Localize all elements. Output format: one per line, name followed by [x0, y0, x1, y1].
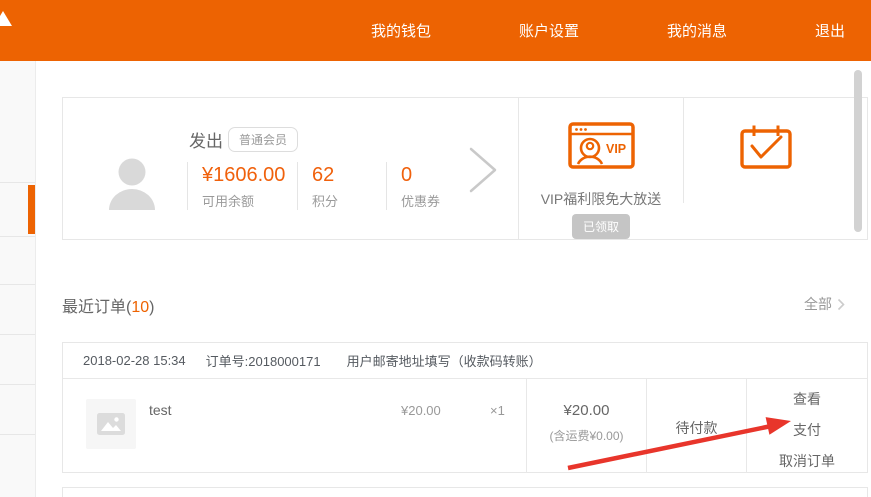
sidebar-item[interactable]: [0, 385, 35, 435]
order-actions-column: 查看 支付 取消订单: [746, 379, 867, 473]
title-text: 最近订单(: [62, 299, 131, 316]
order-card: 2018-02-28 15:34 订单号:2018000171 用户邮寄地址填写…: [62, 342, 868, 473]
nav-my-messages[interactable]: 我的消息: [667, 14, 727, 47]
vip-promo-panel[interactable]: VIP VIP福利限免大放送 已领取: [519, 98, 683, 239]
orders-count: 10: [131, 299, 149, 316]
sidebar-item[interactable]: [0, 435, 35, 496]
user-center-page: 我的钱包 账户设置 我的消息 退出 发出 普通会员 ¥1606.00: [0, 0, 871, 497]
sidebar-item[interactable]: [0, 237, 35, 285]
order-time: 2018-02-28 15:34: [83, 353, 186, 368]
product-unit-price: ¥20.00: [401, 403, 441, 418]
sidebar-item[interactable]: [0, 335, 35, 385]
recent-orders-header: 最近订单(10) 全部: [62, 293, 868, 315]
order-status: 待付款: [647, 418, 746, 438]
top-header: 我的钱包 账户设置 我的消息 退出: [0, 0, 871, 61]
pay-order-link[interactable]: 支付: [793, 422, 821, 438]
points-label: 积分: [312, 191, 386, 210]
order-card-header: 2018-02-28 15:34 订单号:2018000171 用户邮寄地址填写…: [63, 343, 867, 379]
checkin-panel[interactable]: [684, 98, 868, 239]
active-indicator: [28, 185, 35, 234]
avatar[interactable]: [103, 152, 161, 210]
balance-value: ¥1606.00: [202, 162, 294, 188]
nav-logout[interactable]: 退出: [815, 14, 845, 47]
chevron-right-icon[interactable]: [467, 147, 501, 198]
vip-promo-icon: VIP: [568, 122, 635, 174]
sidebar-item-active[interactable]: [0, 183, 35, 237]
order-card-body: test ¥20.00 ×1 ¥20.00 (含运费¥0.00) 待付款 查看 …: [63, 379, 867, 473]
member-level-badge: 普通会员: [228, 127, 298, 152]
view-all-link[interactable]: 全部: [804, 294, 845, 314]
product-name[interactable]: test: [149, 402, 172, 418]
order-total-column: ¥20.00 (含运费¥0.00): [526, 379, 646, 473]
logo-fragment-icon: [0, 11, 12, 26]
image-placeholder-icon: [97, 413, 125, 435]
left-sidebar: [0, 61, 36, 497]
svg-text:VIP: VIP: [606, 142, 626, 156]
recent-orders-title: 最近订单(10): [62, 299, 154, 316]
order-status-column: 待付款: [646, 379, 746, 473]
sidebar-item[interactable]: [0, 285, 35, 335]
cancel-order-link[interactable]: 取消订单: [779, 453, 835, 469]
account-stats: ¥1606.00 可用余额 62 积分 0 优惠券: [187, 162, 486, 210]
balance-label: 可用余额: [202, 191, 297, 210]
top-navigation: 我的钱包 账户设置 我的消息 退出: [371, 0, 871, 61]
sidebar-item[interactable]: [0, 61, 35, 183]
view-order-link[interactable]: 查看: [793, 391, 821, 407]
claimed-badge[interactable]: 已领取: [572, 214, 630, 239]
order-address-note: 用户邮寄地址填写（收款码转账）: [347, 351, 542, 370]
vip-promo-title: VIP福利限免大放送: [519, 189, 683, 209]
chevron-right-icon: [837, 298, 845, 311]
username: 发出: [189, 127, 223, 152]
order-number: 订单号:2018000171: [206, 351, 321, 370]
calendar-check-icon: [740, 124, 792, 175]
points-stat[interactable]: 62 积分: [297, 162, 386, 210]
shipping-fee-note: (含运费¥0.00): [527, 427, 646, 444]
next-order-card-stub: [62, 487, 868, 497]
view-all-label: 全部: [804, 294, 832, 314]
scrollbar-thumb[interactable]: [854, 70, 862, 232]
title-text: ): [149, 299, 154, 316]
product-quantity: ×1: [490, 403, 505, 418]
order-item-column: test ¥20.00 ×1: [63, 379, 526, 473]
order-total-amount: ¥20.00: [527, 402, 646, 419]
product-thumbnail[interactable]: [86, 399, 136, 449]
balance-stat[interactable]: ¥1606.00 可用余额: [187, 162, 297, 210]
points-value: 62: [312, 162, 386, 188]
nav-my-wallet[interactable]: 我的钱包: [371, 14, 431, 47]
nav-account-settings[interactable]: 账户设置: [519, 14, 579, 47]
account-summary-card: 发出 普通会员 ¥1606.00 可用余额 62 积分 0 优惠券: [62, 97, 868, 240]
